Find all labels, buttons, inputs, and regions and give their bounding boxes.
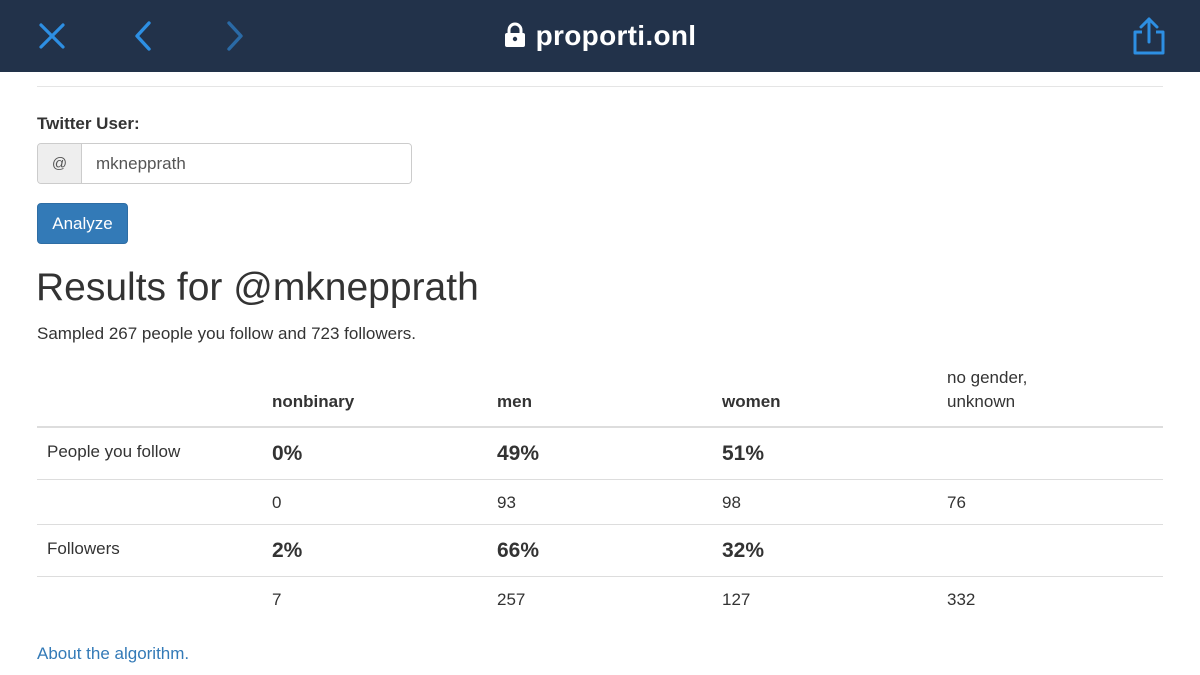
browser-toolbar: proporti.onl (0, 0, 1200, 72)
followers-women-count: 127 (722, 590, 751, 609)
close-button[interactable] (30, 14, 74, 58)
table-row: 7 257 127 332 (37, 577, 1163, 622)
results-title: Results for @mknepprath (36, 266, 479, 309)
followers-unknown-count: 332 (947, 590, 976, 609)
followers-nonbinary-count: 7 (272, 590, 282, 609)
twitter-user-label: Twitter User: (37, 114, 140, 133)
column-header-unknown: no gender, unknown (947, 366, 1027, 414)
column-header-nonbinary: nonbinary (272, 392, 355, 411)
close-icon (39, 23, 65, 49)
url-text: proporti.onl (535, 20, 697, 51)
lock-icon (504, 22, 525, 47)
followers-men-percent: 66% (497, 539, 540, 562)
back-button[interactable] (122, 14, 166, 58)
following-men-percent: 49% (497, 442, 540, 465)
following-men-count: 93 (497, 493, 516, 512)
divider (37, 86, 1163, 87)
forward-button[interactable] (212, 14, 256, 58)
table-row: 0 93 98 76 (37, 480, 1163, 525)
following-women-percent: 51% (722, 442, 765, 465)
chevron-left-icon (135, 21, 151, 51)
at-prefix: @ (38, 144, 82, 183)
column-header-men: men (497, 392, 532, 411)
following-nonbinary-count: 0 (272, 493, 282, 512)
results-table: nonbinary men women no gender, unknown P… (37, 362, 1163, 622)
share-button[interactable] (1127, 14, 1171, 58)
followers-men-count: 257 (497, 590, 526, 609)
table-row: Followers 2% 66% 32% (37, 525, 1163, 577)
username-input-group: @ (37, 143, 412, 184)
column-header-women: women (722, 392, 781, 411)
following-unknown-count: 76 (947, 493, 966, 512)
chevron-right-icon (227, 21, 243, 51)
following-women-count: 98 (722, 493, 741, 512)
analyze-button[interactable]: Analyze (37, 203, 128, 244)
table-row: People you follow 0% 49% 51% (37, 428, 1163, 480)
followers-nonbinary-percent: 2% (272, 539, 303, 562)
following-nonbinary-percent: 0% (272, 442, 303, 465)
share-icon (1133, 17, 1165, 55)
table-header: nonbinary men women no gender, unknown (37, 362, 1163, 428)
address-bar[interactable]: proporti.onl (0, 0, 1200, 72)
followers-women-percent: 32% (722, 539, 765, 562)
sample-summary: Sampled 267 people you follow and 723 fo… (37, 324, 416, 343)
username-input[interactable] (82, 144, 411, 183)
about-algorithm-link[interactable]: About the algorithm. (37, 644, 189, 664)
column-header-unknown-line2: unknown (947, 392, 1016, 411)
row-label-following: People you follow (47, 442, 181, 461)
row-label-followers: Followers (47, 539, 120, 558)
column-header-unknown-line1: no gender, (947, 368, 1028, 387)
